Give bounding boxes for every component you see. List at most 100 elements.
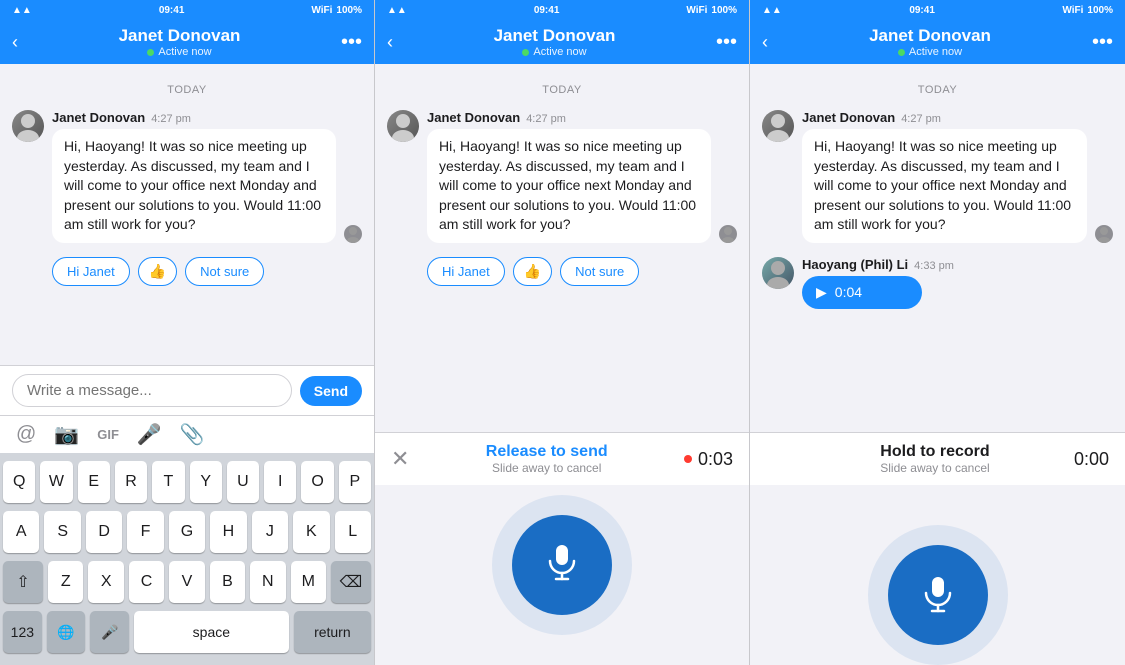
key-w[interactable]: W xyxy=(40,461,72,503)
hold-timer-3: 0:00 xyxy=(1074,449,1109,470)
battery-icon-3: 100% xyxy=(1087,5,1113,16)
key-mic-2[interactable]: 🎤 xyxy=(90,611,129,653)
input-bar-1: Send xyxy=(0,365,374,415)
key-o[interactable]: O xyxy=(301,461,333,503)
status-bar-2: ▲▲ 09:41 WiFi 100% xyxy=(375,0,749,20)
active-dot-3 xyxy=(898,49,905,56)
key-globe[interactable]: 🌐 xyxy=(47,611,86,653)
more-button-1[interactable]: ••• xyxy=(341,31,362,54)
record-timer-2: 0:03 xyxy=(684,449,733,470)
avatar-haoyang-3 xyxy=(762,257,794,289)
keyboard-row-4: 123 🌐 🎤 space return xyxy=(3,611,371,653)
quick-reply-not-sure[interactable]: Not sure xyxy=(185,257,264,286)
avatar-svg-1 xyxy=(12,110,44,142)
key-backspace[interactable]: ⌫ xyxy=(331,561,371,603)
key-n[interactable]: N xyxy=(250,561,285,603)
back-button-3[interactable]: ‹ xyxy=(762,32,768,53)
message-time-3b: 4:33 pm xyxy=(914,260,954,272)
mic-button-large-2[interactable] xyxy=(512,515,612,615)
key-g[interactable]: G xyxy=(169,511,205,553)
mic-icon-large-2 xyxy=(542,541,582,590)
message-content-1: Janet Donovan 4:27 pm Hi, Haoyang! It wa… xyxy=(52,110,336,243)
message-input-1[interactable] xyxy=(12,374,292,407)
key-f[interactable]: F xyxy=(127,511,163,553)
key-c[interactable]: C xyxy=(129,561,164,603)
quick-replies-2: Hi Janet 👍 Not sure xyxy=(427,257,737,286)
key-r[interactable]: R xyxy=(115,461,147,503)
contact-status-2: Active now xyxy=(522,46,586,58)
rec-dot-2 xyxy=(684,455,692,463)
keyboard-row-2: A S D F G H J K L xyxy=(3,511,371,553)
status-time-2: 09:41 xyxy=(534,5,560,16)
message-content-2: Janet Donovan 4:27 pm Hi, Haoyang! It wa… xyxy=(427,110,711,243)
key-l[interactable]: L xyxy=(335,511,371,553)
status-right-2: WiFi 100% xyxy=(686,5,737,16)
chat-area-3: TODAY Janet Donovan 4:27 pm Hi, Haoyang!… xyxy=(750,64,1125,432)
key-return[interactable]: return xyxy=(294,611,371,653)
toolbar-1: @ 📷 GIF 🎤 📎 xyxy=(0,415,374,453)
at-icon[interactable]: @ xyxy=(16,423,36,446)
more-button-3[interactable]: ••• xyxy=(1092,31,1113,54)
read-receipt-2 xyxy=(719,225,737,243)
mic-button-large-3[interactable] xyxy=(888,545,988,645)
mic-area-3 xyxy=(750,485,1125,665)
audio-message-3[interactable]: ▶ 0:04 xyxy=(802,276,922,309)
key-z[interactable]: Z xyxy=(48,561,83,603)
back-button-2[interactable]: ‹ xyxy=(387,32,393,53)
key-p[interactable]: P xyxy=(339,461,371,503)
quick-reply-thumbsup[interactable]: 👍 xyxy=(138,257,177,286)
back-button-1[interactable]: ‹ xyxy=(12,32,18,53)
cancel-recording-2[interactable]: ✕ xyxy=(391,446,409,472)
quick-reply-not-sure-2[interactable]: Not sure xyxy=(560,257,639,286)
mic-area-2 xyxy=(375,485,749,665)
key-i[interactable]: I xyxy=(264,461,296,503)
quick-reply-hi-janet[interactable]: Hi Janet xyxy=(52,257,130,286)
avatar-janet-3 xyxy=(762,110,794,142)
key-space[interactable]: space xyxy=(134,611,289,653)
contact-name-3: Janet Donovan xyxy=(869,26,991,46)
key-b[interactable]: B xyxy=(210,561,245,603)
key-a[interactable]: A xyxy=(3,511,39,553)
message-sender-3a: Janet Donovan xyxy=(802,110,895,125)
contact-name-2: Janet Donovan xyxy=(494,26,616,46)
message-content-3a: Janet Donovan 4:27 pm Hi, Haoyang! It wa… xyxy=(802,110,1087,243)
message-time-2: 4:27 pm xyxy=(526,113,566,125)
gif-icon[interactable]: GIF xyxy=(97,427,119,442)
key-t[interactable]: T xyxy=(152,461,184,503)
message-bubble-2: Hi, Haoyang! It was so nice meeting up y… xyxy=(427,129,711,243)
key-v[interactable]: V xyxy=(169,561,204,603)
message-header-1: Janet Donovan 4:27 pm xyxy=(52,110,336,125)
quick-replies-1: Hi Janet 👍 Not sure xyxy=(52,257,362,286)
mic-icon[interactable]: 🎤 xyxy=(137,422,162,447)
active-dot-1 xyxy=(147,49,154,56)
nav-bar-1: ‹ Janet Donovan Active now ••• xyxy=(0,20,374,64)
battery-icon-1: 100% xyxy=(336,5,362,16)
key-y[interactable]: Y xyxy=(190,461,222,503)
key-shift[interactable]: ⇧ xyxy=(3,561,43,603)
status-time-1: 09:41 xyxy=(159,5,185,16)
camera-icon[interactable]: 📷 xyxy=(54,422,79,447)
status-right-1: WiFi 100% xyxy=(311,5,362,16)
key-e[interactable]: E xyxy=(78,461,110,503)
key-k[interactable]: K xyxy=(293,511,329,553)
key-h[interactable]: H xyxy=(210,511,246,553)
key-q[interactable]: Q xyxy=(3,461,35,503)
attach-icon[interactable]: 📎 xyxy=(180,422,205,447)
quick-reply-hi-janet-2[interactable]: Hi Janet xyxy=(427,257,505,286)
quick-reply-thumbsup-2[interactable]: 👍 xyxy=(513,257,552,286)
message-header-3a: Janet Donovan 4:27 pm xyxy=(802,110,1087,125)
date-divider-2: TODAY xyxy=(387,84,737,96)
key-s[interactable]: S xyxy=(44,511,80,553)
more-button-2[interactable]: ••• xyxy=(716,31,737,54)
key-x[interactable]: X xyxy=(88,561,123,603)
keyboard-row-3: ⇧ Z X C V B N M ⌫ xyxy=(3,561,371,603)
key-d[interactable]: D xyxy=(86,511,122,553)
key-m[interactable]: M xyxy=(291,561,326,603)
signal-icon-3: ▲▲ xyxy=(762,5,782,16)
send-button-1[interactable]: Send xyxy=(300,376,362,406)
key-123[interactable]: 123 xyxy=(3,611,42,653)
message-header-2: Janet Donovan 4:27 pm xyxy=(427,110,711,125)
read-receipt-1 xyxy=(344,225,362,243)
key-j[interactable]: J xyxy=(252,511,288,553)
key-u[interactable]: U xyxy=(227,461,259,503)
